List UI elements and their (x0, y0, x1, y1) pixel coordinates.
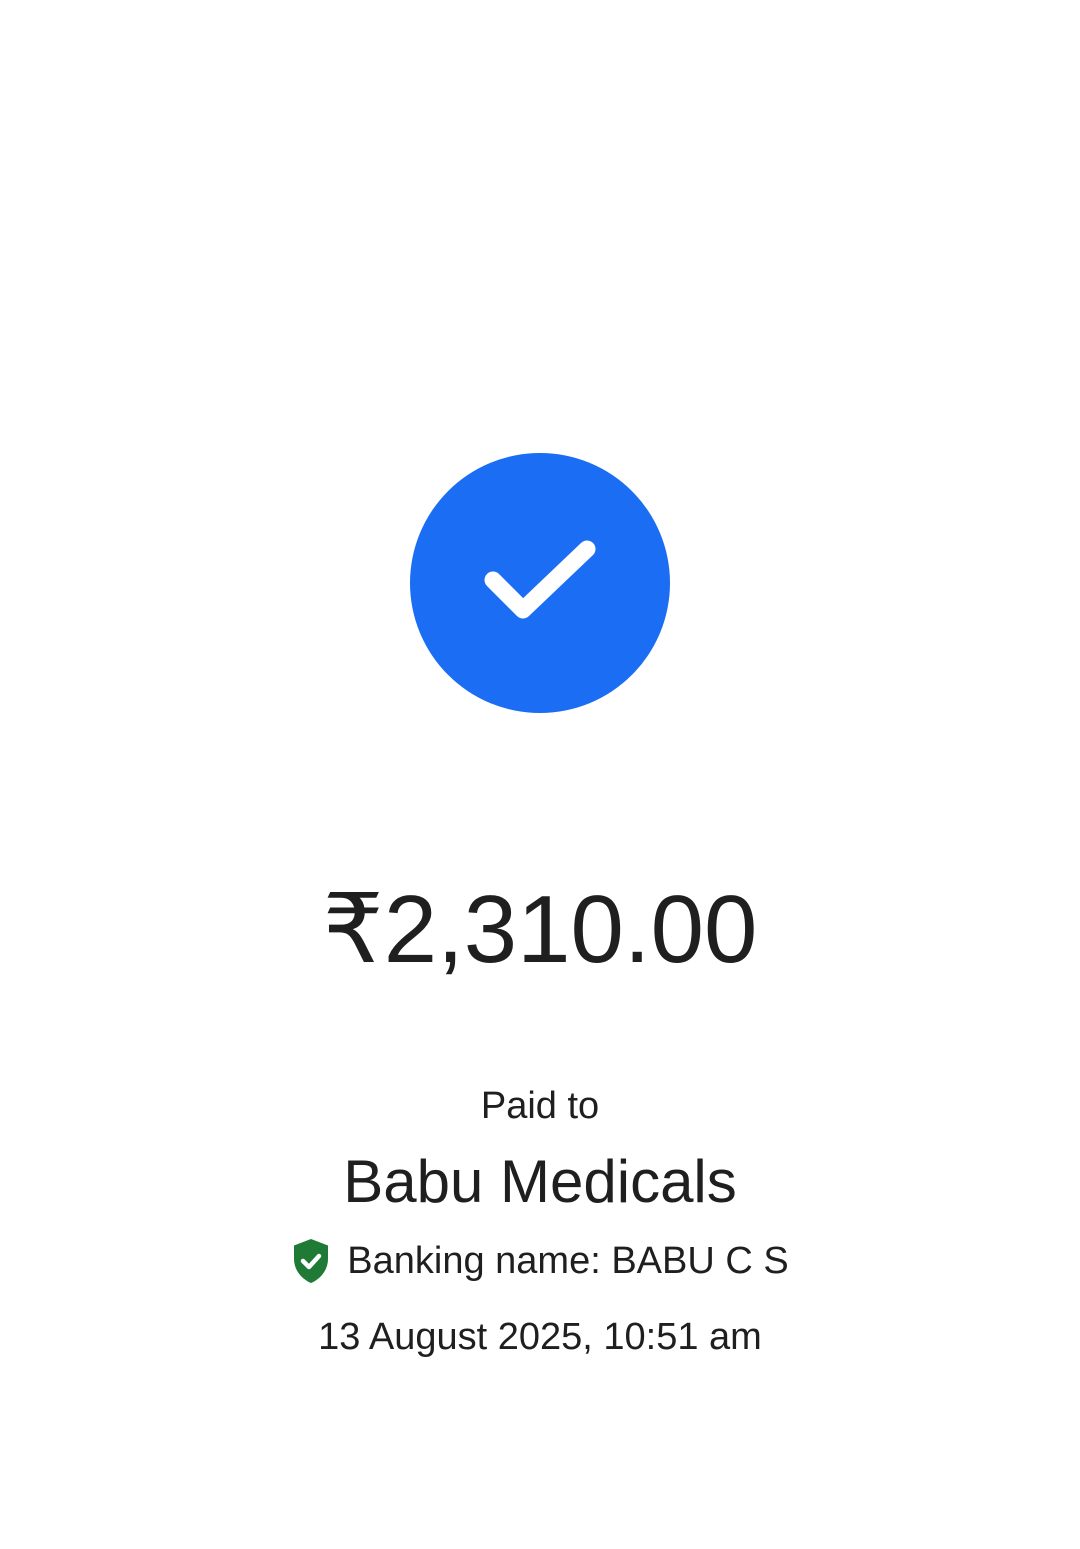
banking-name-row: Banking name: BABU C S (0, 1233, 1080, 1289)
payee-name: Babu Medicals (343, 1148, 737, 1215)
checkmark-icon (484, 540, 596, 619)
verified-shield-icon (291, 1237, 331, 1285)
payment-timestamp: 13 August 2025, 10:51 am (318, 1316, 762, 1358)
banking-name: Banking name: BABU C S (347, 1240, 789, 1282)
payment-amount: ₹2,310.00 (322, 876, 758, 983)
payment-success-badge (410, 453, 670, 713)
paid-to-label: Paid to (480, 1085, 600, 1127)
